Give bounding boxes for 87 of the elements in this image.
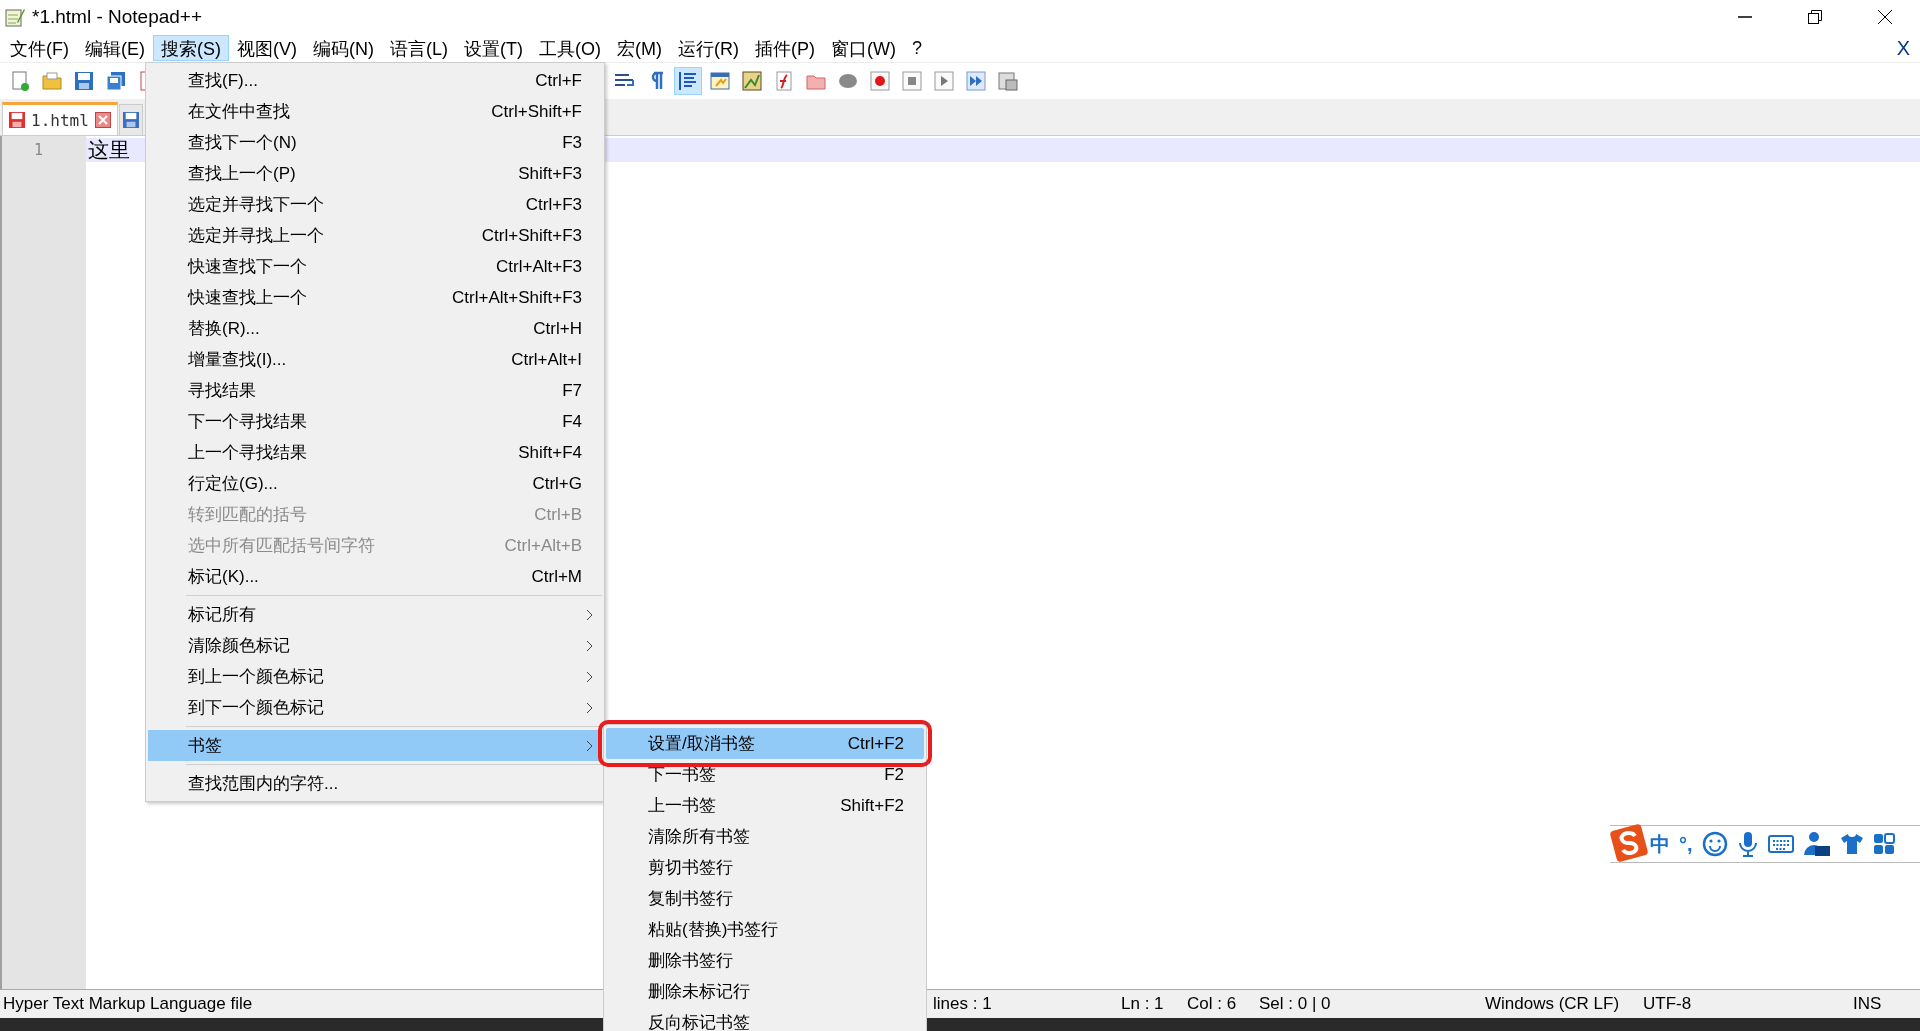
chevron-right-icon [586, 739, 594, 752]
map-icon [741, 70, 763, 92]
menu-item[interactable]: 查找(F)... Ctrl+F [148, 65, 602, 96]
menu-item[interactable]: 视图(V) [229, 35, 305, 61]
saved-file-icon [122, 112, 139, 128]
play-icon [933, 70, 955, 92]
restore-icon [1807, 9, 1823, 25]
menu-item[interactable]: 上一书签 Shift+F2 [606, 790, 924, 821]
menu-item[interactable]: 上一个寻找结果 Shift+F4 [148, 437, 602, 468]
insert-mode: INS [1852, 994, 1883, 1014]
menu-item[interactable]: 标记(K)... Ctrl+M [148, 561, 602, 592]
menu-item[interactable]: 到上一个颜色标记 [148, 661, 602, 692]
record-icon [869, 70, 891, 92]
chevron-right-icon [586, 701, 594, 714]
cursor-line: Ln : 1 [1120, 994, 1165, 1014]
menu-item[interactable]: 到下一个颜色标记 [148, 692, 602, 723]
indent-guide-icon [677, 70, 699, 92]
menu-item[interactable]: 快速查找下一个 Ctrl+Alt+F3 [148, 251, 602, 282]
floppy-disks-icon [105, 70, 127, 92]
menu-item[interactable]: 宏(M) [608, 35, 670, 61]
folder-icon [41, 70, 63, 92]
menu-item[interactable]: 运行(R) [669, 35, 747, 61]
menu-item[interactable]: 剪切书签行 [606, 852, 924, 883]
menu-item[interactable]: 下一书签 F2 [606, 759, 924, 790]
grid-icon[interactable] [1872, 833, 1895, 855]
chevron-right-icon [586, 639, 594, 652]
menu-item[interactable]: 选定并寻找下一个 Ctrl+F3 [148, 189, 602, 220]
menu-item[interactable]: 查找范围内的字符... [148, 768, 602, 799]
tab-label: 1.html [31, 110, 89, 130]
notepad-icon [4, 6, 26, 28]
chevron-right-icon [586, 670, 594, 683]
smiley-icon[interactable] [1701, 831, 1728, 857]
window-icon [709, 70, 731, 92]
menu-item[interactable]: 清除颜色标记 [148, 630, 602, 661]
menu-item[interactable]: 设置(T) [456, 35, 531, 61]
menu-item[interactable]: 复制书签行 [606, 883, 924, 914]
menu-item[interactable]: 清除所有书签 [606, 821, 924, 852]
menu-item[interactable]: 快速查找上一个 Ctrl+Alt+Shift+F3 [148, 282, 602, 313]
encoding-label: UTF-8 [1642, 994, 1693, 1014]
keyboard-icon[interactable] [1767, 834, 1794, 854]
document-tab[interactable] [118, 104, 143, 135]
menu-item[interactable]: 删除书签行 [606, 945, 924, 976]
line-number: 1 [33, 140, 45, 161]
unsaved-file-icon [9, 112, 25, 128]
menu-item[interactable]: 反向标记书签 [606, 1007, 924, 1031]
selection-info: Sel : 0 | 0 [1258, 994, 1332, 1014]
menu-item[interactable]: 删除未标记行 [606, 976, 924, 1007]
menu-item[interactable]: 工具(O) [530, 35, 609, 61]
close-icon[interactable] [94, 112, 111, 128]
microphone-icon[interactable] [1736, 831, 1759, 857]
menu-item[interactable]: 插件(P) [746, 35, 823, 61]
file-type-label: Hyper Text Markup Language file [2, 994, 254, 1014]
menu-item[interactable]: 搜索(S) [153, 35, 229, 61]
menu-item[interactable]: ? [903, 35, 930, 61]
menu-item[interactable]: 语言(L) [382, 35, 456, 61]
close-document-button[interactable]: X [1892, 36, 1914, 60]
fast-forward-icon [965, 70, 987, 92]
menu-item[interactable]: 选定并寻找上一个 Ctrl+Shift+F3 [148, 220, 602, 251]
document-tab[interactable]: 1.html [2, 102, 118, 135]
menu-item[interactable]: 编码(N) [305, 35, 382, 61]
menu-item[interactable]: 在文件中查找 Ctrl+Shift+F [148, 96, 602, 127]
line-count: lines : 1 [932, 994, 993, 1014]
punctuation-toggle[interactable]: °, [1679, 832, 1693, 856]
toolbar-button[interactable] [674, 67, 702, 95]
chevron-right-icon [586, 608, 594, 621]
menu-item[interactable]: 编辑(E) [77, 35, 153, 61]
menu-item[interactable]: 增量查找(I)... Ctrl+Alt+I [148, 344, 602, 375]
menu-item[interactable]: 行定位(G)... Ctrl+G [148, 468, 602, 499]
menu-item[interactable]: 窗口(W) [822, 35, 904, 61]
minimize-icon [1737, 16, 1753, 18]
menu-item[interactable]: 寻找结果 F7 [148, 375, 602, 406]
window-title: *1.html - Notepad++ [32, 6, 203, 28]
menu-item[interactable]: 替换(R)... Ctrl+H [148, 313, 602, 344]
function-icon [773, 70, 795, 92]
macro-list-icon [997, 70, 1019, 92]
shirt-icon[interactable] [1839, 832, 1864, 856]
document-icon [9, 70, 31, 92]
menu-item[interactable]: 粘贴(替换)书签行 [606, 914, 924, 945]
input-mode-toggle[interactable]: 中 [1650, 830, 1670, 858]
menu-item[interactable]: 文件(F) [2, 35, 77, 61]
menu-item[interactable]: 下一个寻找结果 F4 [148, 406, 602, 437]
menu-item[interactable]: 标记所有 [148, 599, 602, 630]
cursor-column: Col : 6 [1184, 994, 1256, 1014]
line-ending: Windows (CR LF) [1484, 994, 1621, 1014]
close-icon [1877, 9, 1893, 25]
stop-icon [901, 70, 923, 92]
user-icon[interactable] [1802, 831, 1831, 857]
